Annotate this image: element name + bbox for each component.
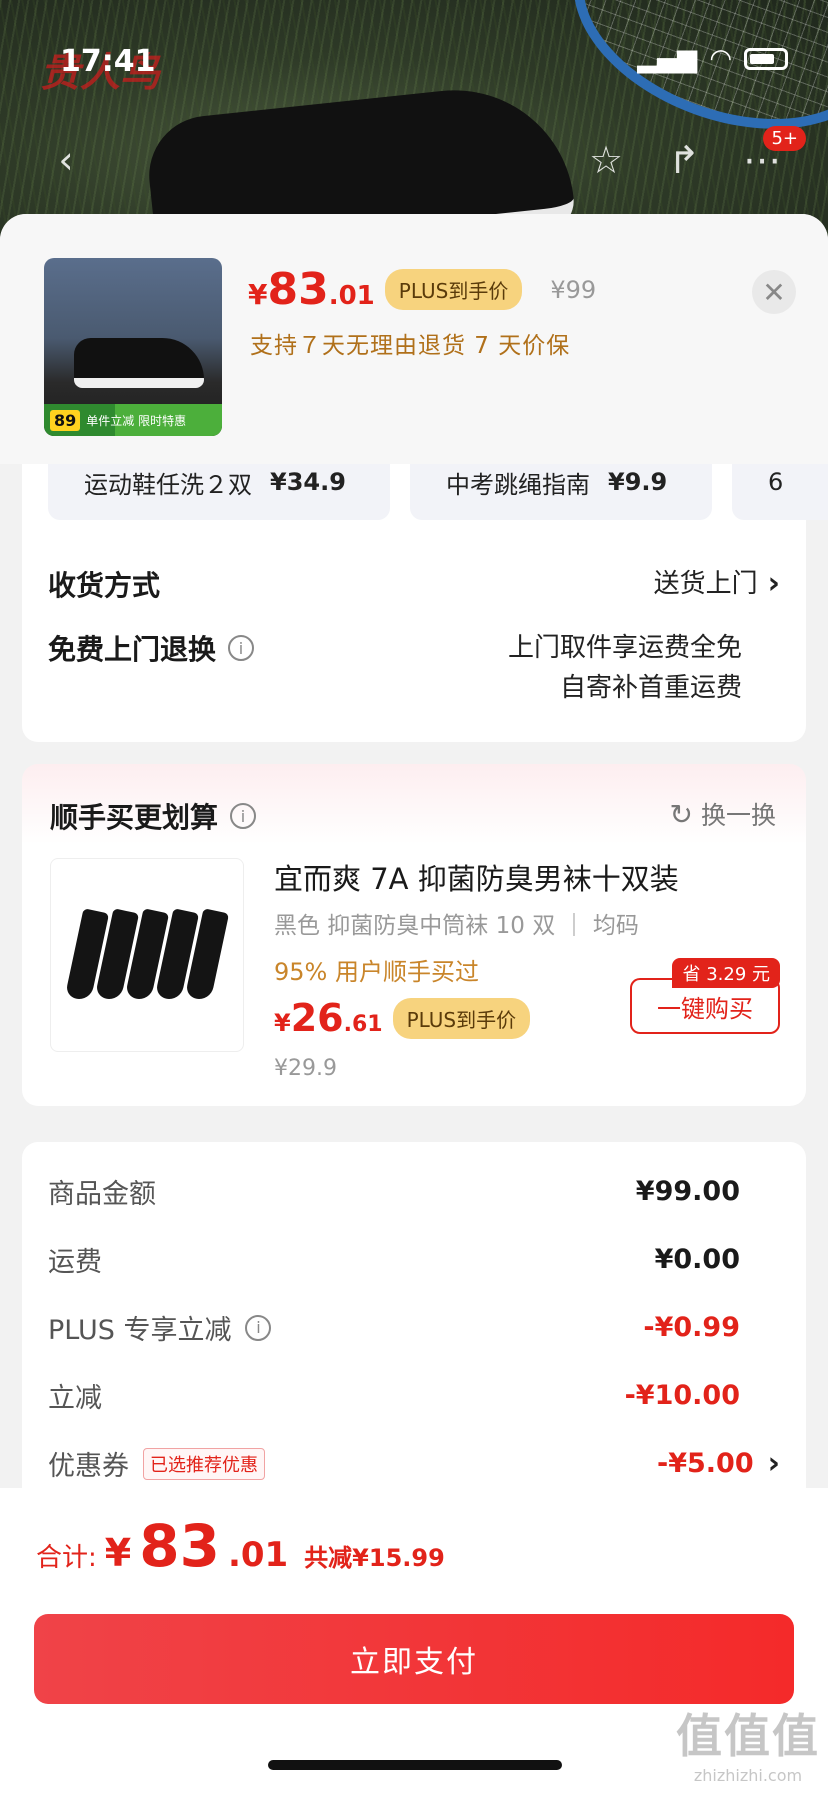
thumbnail-price-number: 89: [50, 409, 81, 431]
close-icon[interactable]: ✕: [752, 270, 796, 314]
free-return-row: 免费上门退换 i 上门取件享运费全免 自寄补首重运费: [48, 628, 780, 708]
summary-value: -¥5.00: [657, 1448, 754, 1479]
delivery-method-row[interactable]: 收货方式 送货上门 ›: [48, 564, 780, 604]
summary-label: 立减: [48, 1383, 102, 1414]
watermark-url: zhizhizhi.com: [693, 1766, 803, 1785]
thumbnail-promo-tag: 89 单件立减 限时特惠: [44, 404, 222, 436]
price-integer: 83: [267, 264, 329, 315]
wifi-icon: ◠: [709, 44, 732, 74]
info-icon[interactable]: i: [245, 1314, 272, 1341]
summary-row: PLUS 专享立减 i -¥0.99: [48, 1308, 780, 1347]
status-time: 17:41: [60, 44, 156, 79]
original-price: ¥99: [550, 276, 597, 304]
price-decimal: .01: [328, 281, 375, 311]
addon-card: 顺手买更划算 i ↻ 换一换 宜而爽 7A 抑菌防臭男袜十双装 黑色 抑菌防臭中…: [22, 764, 806, 1106]
coupon-recommended-tag: 已选推荐优惠: [143, 1447, 265, 1480]
addon-title: 顺手买更划算: [50, 801, 219, 834]
product-thumbnail[interactable]: 89 单件立减 限时特惠: [44, 258, 222, 436]
addon-spec: 黑色 抑菌防臭中筒袜 10 双 ｜ 均码: [274, 913, 639, 939]
summary-value: ¥0.00: [654, 1244, 740, 1275]
info-icon[interactable]: i: [230, 803, 257, 829]
plus-price-badge: PLUS到手价: [384, 269, 523, 310]
addon-bought-rate: 95% 用户顺手买过: [274, 958, 479, 986]
summary-label: 运费: [48, 1247, 102, 1278]
product-price-row: ¥83.01 PLUS到手价 ¥99: [248, 264, 596, 316]
thumbnail-promo-text: 单件立减 限时特惠: [86, 413, 187, 428]
swap-label: 换一换: [700, 801, 776, 830]
summary-label: 优惠券: [48, 1451, 129, 1482]
service-price: ¥34.9: [270, 468, 346, 496]
price-symbol: ¥: [274, 1009, 291, 1037]
price-decimal: .61: [343, 1012, 383, 1037]
total-decimal: .01: [227, 1535, 289, 1575]
chevron-right-icon: ›: [767, 566, 780, 601]
service-name: 运动鞋任洗２双: [84, 470, 252, 499]
summary-value: -¥0.99: [643, 1312, 740, 1343]
free-return-line2: 自寄补首重运费: [559, 673, 742, 703]
total-reduction: 共减¥15.99: [304, 1544, 445, 1572]
info-icon[interactable]: i: [228, 635, 255, 661]
status-icons: ▂▄▆ ◠: [637, 44, 788, 74]
plus-price-badge: PLUS到手价: [392, 998, 531, 1039]
summary-value: -¥10.00: [624, 1380, 740, 1411]
product-header: 89 单件立减 限时特惠 ¥83.01 PLUS到手价 ¥99 支持７天无理由退…: [0, 214, 828, 464]
battery-icon: [744, 48, 788, 70]
summary-value: ¥99.00: [635, 1176, 740, 1207]
refresh-icon: ↻: [669, 797, 693, 831]
price-integer: 26: [290, 996, 344, 1040]
summary-label: PLUS 专享立减: [48, 1315, 232, 1346]
site-watermark: 值值值 zhizhizhi.com: [676, 1700, 820, 1785]
favorite-star-icon[interactable]: ☆: [576, 130, 636, 190]
summary-row: 运费 ¥0.00: [48, 1240, 780, 1279]
free-return-line1: 上门取件享运费全免: [507, 633, 742, 663]
addon-original-price: ¥29.9: [274, 1056, 337, 1081]
total-symbol: ¥: [104, 1531, 132, 1575]
service-name: 中考跳绳指南: [446, 470, 590, 499]
top-nav: ‹ ☆ ↱ ⋯: [0, 130, 828, 190]
price-symbol: ¥: [248, 278, 268, 311]
delivery-method-value: 送货上门: [653, 569, 758, 599]
free-return-label: 免费上门退换: [48, 633, 217, 666]
total-integer: 83: [139, 1512, 220, 1580]
home-indicator[interactable]: [268, 1760, 562, 1770]
total-line: 合计: ¥83.01 共减¥15.99: [36, 1512, 445, 1580]
delivery-method-label: 收货方式: [48, 569, 161, 602]
checkout-bottom-bar: 合计: ¥83.01 共减¥15.99 立即支付 值值值 zhizhizhi.c…: [0, 1488, 828, 1793]
pay-now-button[interactable]: 立即支付: [34, 1614, 794, 1704]
service-name: 6: [768, 468, 784, 496]
coupon-row[interactable]: 优惠券 已选推荐优惠 -¥5.00 ›: [48, 1444, 780, 1483]
return-policy: 支持７天无理由退货 7 天价保: [250, 333, 571, 359]
chevron-right-icon: ›: [767, 1446, 780, 1481]
summary-row: 商品金额 ¥99.00: [48, 1172, 780, 1211]
total-label: 合计:: [36, 1543, 97, 1573]
service-price: ¥9.9: [608, 468, 668, 496]
back-icon[interactable]: ‹: [36, 130, 96, 190]
share-icon[interactable]: ↱: [654, 130, 714, 190]
socks-image[interactable]: [50, 858, 244, 1052]
message-badge: 5+: [763, 126, 806, 151]
watermark-logo: 值值值: [676, 1709, 820, 1763]
summary-row: 立减 -¥10.00: [48, 1376, 780, 1415]
save-tag: 省 3.29 元: [672, 958, 780, 988]
signal-icon: ▂▄▆: [637, 44, 698, 74]
addon-product-name[interactable]: 宜而爽 7A 抑菌防臭男袜十双装: [274, 856, 679, 898]
swap-button[interactable]: ↻ 换一换: [670, 796, 776, 832]
summary-label: 商品金额: [48, 1179, 156, 1210]
addon-price: ¥26.61 PLUS到手价: [274, 996, 531, 1043]
